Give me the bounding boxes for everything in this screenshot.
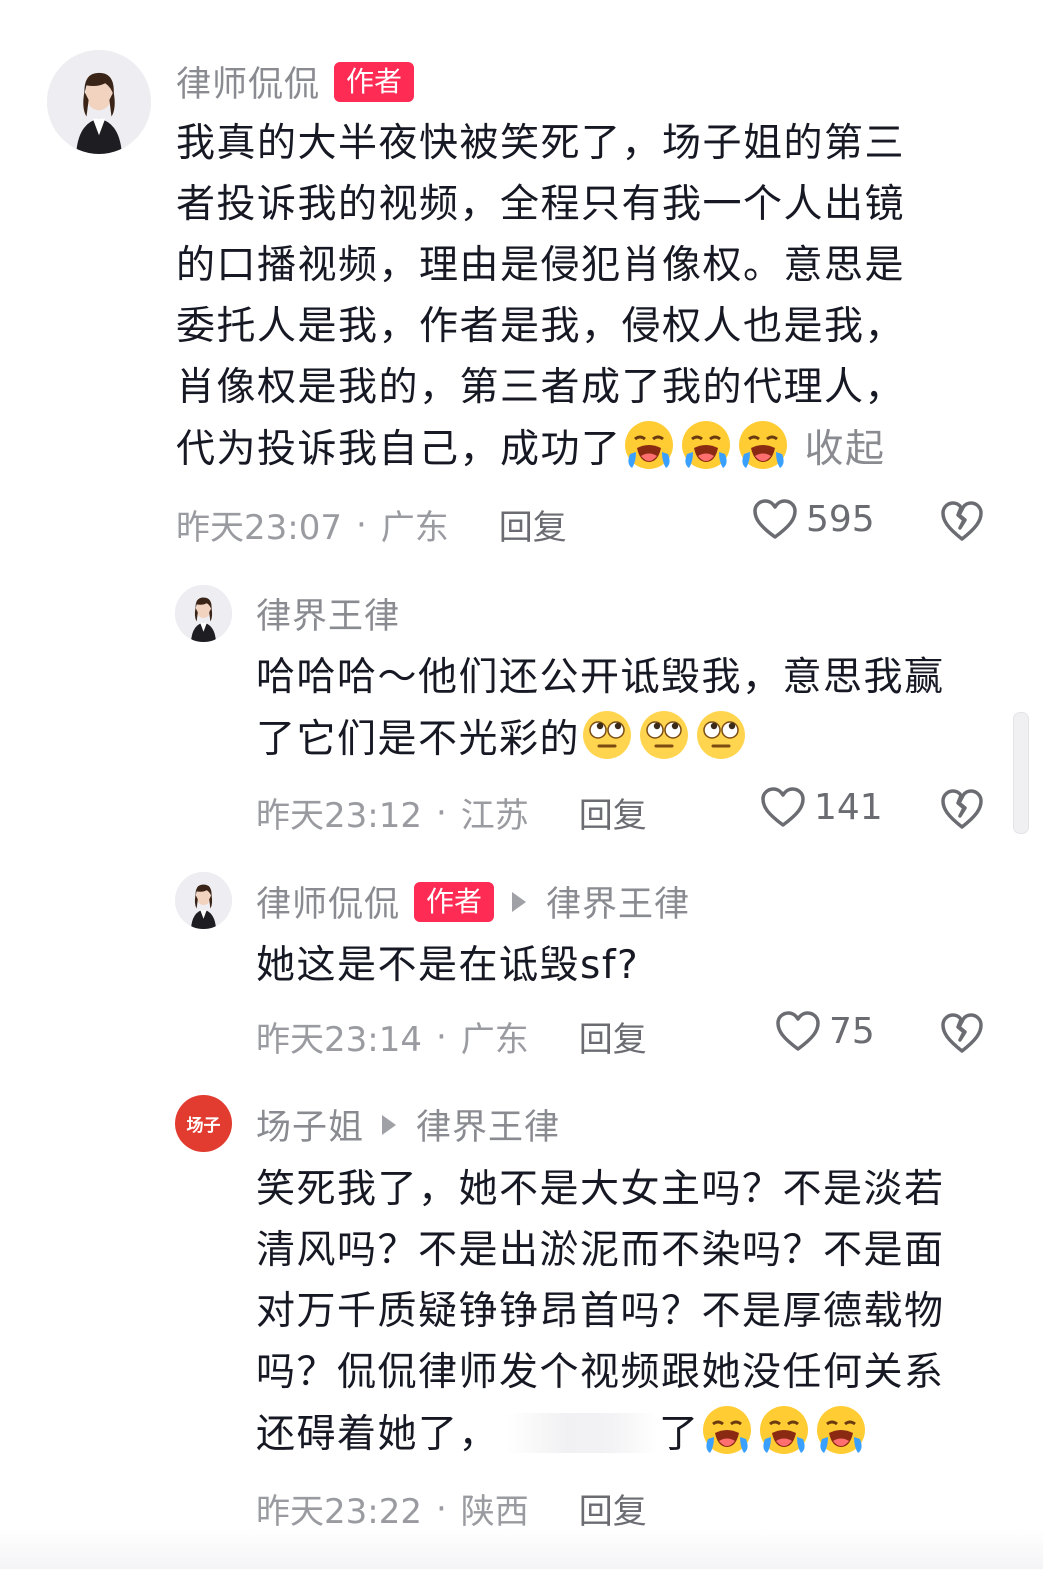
avatar-lushikankan[interactable] — [47, 50, 151, 154]
reply-to-username[interactable]: 律界王律 — [546, 876, 690, 927]
author-badge: 作者 — [414, 881, 495, 922]
reply-button[interactable]: 回复 — [499, 500, 567, 549]
username[interactable]: 律师侃侃 — [256, 876, 400, 927]
broken-heart-icon[interactable] — [940, 788, 984, 830]
avatar-image — [47, 50, 151, 154]
comment-line: 吗？侃侃律师发个视频跟她没任何关系 — [256, 1350, 945, 1395]
comment-4-meta: 昨天23:22 · 陕西 回复 — [256, 1484, 647, 1533]
loudly-crying-face-icon — [814, 1403, 868, 1457]
username[interactable]: 律师侃侃 — [176, 56, 320, 107]
loudly-crying-face-icon — [736, 418, 790, 472]
comment-line-last: 了它们是不光彩的 — [256, 708, 945, 770]
comment-4-text: 笑死我了，她不是大女主吗？不是淡若 清风吗？不是出淤泥而不染吗？不是面 对万千质… — [256, 1159, 945, 1465]
like-count: 75 — [829, 1010, 875, 1052]
comment-line: 笑死我了，她不是大女主吗？不是淡若 — [256, 1167, 945, 1212]
author-badge: 作者 — [334, 61, 415, 102]
rolling-eyes-face-icon — [637, 708, 691, 762]
bottom-fade — [0, 1529, 1043, 1569]
avatar-lujiewanglv[interactable] — [175, 585, 232, 642]
comment-line-last: 代为投诉我自己，成功了 收起 — [176, 418, 905, 480]
timestamp: 昨天23:22 — [256, 1492, 422, 1532]
comment-line: 对万千质疑铮铮昂首吗？不是厚德载物 — [256, 1289, 945, 1334]
comment-3-header: 律师侃侃 作者 律界王律 — [256, 876, 690, 927]
avatar-image — [175, 872, 232, 929]
avatar-image — [175, 585, 232, 642]
comment-line: 肖像权是我的，第三者成了我的代理人， — [176, 365, 906, 410]
comment-line-last: 还碍着她了， 了 — [256, 1403, 945, 1465]
comment-line-text: 代为投诉我自己，成功了 — [176, 427, 622, 472]
like-count: 141 — [814, 786, 883, 828]
comment-line: 我真的大半夜快被笑死了，场子姐的第三 — [176, 121, 906, 166]
heart-icon — [775, 1010, 821, 1052]
comment-line: 委托人是我，作者是我，侵权人也是我， — [176, 304, 906, 349]
blurred-text-patch — [507, 1413, 658, 1453]
comment-1-text: 我真的大半夜快被笑死了，场子姐的第三 者投诉我的视频，全程只有我一个人出镜 的口… — [176, 113, 905, 480]
like-button[interactable]: 141 — [760, 786, 883, 828]
username[interactable]: 律界王律 — [256, 588, 400, 639]
comment-line-text: 还碍着她了， — [256, 1412, 500, 1457]
reply-arrow-icon — [512, 891, 527, 912]
comment-line-tail: 了 — [659, 1412, 700, 1457]
comment-2-header: 律界王律 — [256, 588, 400, 639]
comment-1-meta: 昨天23:07 · 广东 回复 — [176, 500, 567, 549]
scrollbar[interactable] — [1013, 712, 1029, 834]
location: 江苏 — [460, 796, 529, 836]
like-button[interactable]: 75 — [775, 1010, 875, 1052]
heart-icon — [760, 786, 806, 828]
separator-dot: · — [435, 1488, 447, 1529]
comment-line-text: 了它们是不光彩的 — [256, 717, 581, 762]
comment-line: 的口播视频，理由是侵犯肖像权。意思是 — [176, 243, 906, 288]
comment-2-meta: 昨天23:12 · 江苏 回复 — [256, 788, 647, 837]
timestamp: 昨天23:14 — [256, 1020, 422, 1060]
separator-dot: · — [435, 792, 447, 833]
comment-4-header: 场子姐 律界王律 — [256, 1099, 560, 1150]
reply-button[interactable]: 回复 — [579, 1012, 647, 1061]
location: 广东 — [380, 508, 449, 548]
loudly-crying-face-icon — [757, 1403, 811, 1457]
location: 广东 — [460, 1020, 529, 1060]
rolling-eyes-face-icon — [580, 708, 634, 762]
loudly-crying-face-icon — [622, 418, 676, 472]
comment-3-text: 她这是不是在诋毁sf? — [256, 935, 639, 996]
heart-icon — [752, 498, 798, 540]
separator-dot: · — [435, 1016, 447, 1057]
timestamp: 昨天23:07 — [176, 508, 342, 548]
comment-3-meta: 昨天23:14 · 广东 回复 — [256, 1012, 647, 1061]
like-button[interactable]: 595 — [752, 498, 875, 540]
comment-line: 哈哈哈～他们还公开诋毁我，意思我赢 — [256, 655, 945, 700]
comment-line: 者投诉我的视频，全程只有我一个人出镜 — [176, 182, 906, 227]
username[interactable]: 场子姐 — [256, 1099, 364, 1150]
rolling-eyes-face-icon — [694, 708, 748, 762]
separator-dot: · — [355, 504, 367, 545]
reply-button[interactable]: 回复 — [579, 788, 647, 837]
timestamp: 昨天23:12 — [256, 796, 422, 836]
loudly-crying-face-icon — [679, 418, 733, 472]
like-count: 595 — [806, 498, 875, 540]
comment-line: 清风吗？不是出淤泥而不染吗？不是面 — [256, 1228, 945, 1273]
collapse-button[interactable]: 收起 — [805, 427, 886, 472]
location: 陕西 — [460, 1492, 529, 1532]
loudly-crying-face-icon — [700, 1403, 754, 1457]
avatar-logo-text: 场子 — [186, 1116, 221, 1136]
comment-line: 她这是不是在诋毁sf? — [256, 943, 640, 988]
comment-2-text: 哈哈哈～他们还公开诋毁我，意思我赢 了它们是不光彩的 — [256, 647, 945, 770]
comment-1-header: 律师侃侃 作者 — [176, 56, 415, 107]
avatar-changzijie[interactable]: 场子 — [175, 1095, 232, 1152]
avatar-lushikankan[interactable] — [175, 872, 232, 929]
reply-arrow-icon — [382, 1114, 397, 1135]
reply-button[interactable]: 回复 — [579, 1484, 647, 1533]
reply-to-username[interactable]: 律界王律 — [416, 1099, 560, 1150]
broken-heart-icon[interactable] — [940, 1012, 984, 1054]
broken-heart-icon[interactable] — [940, 500, 984, 542]
